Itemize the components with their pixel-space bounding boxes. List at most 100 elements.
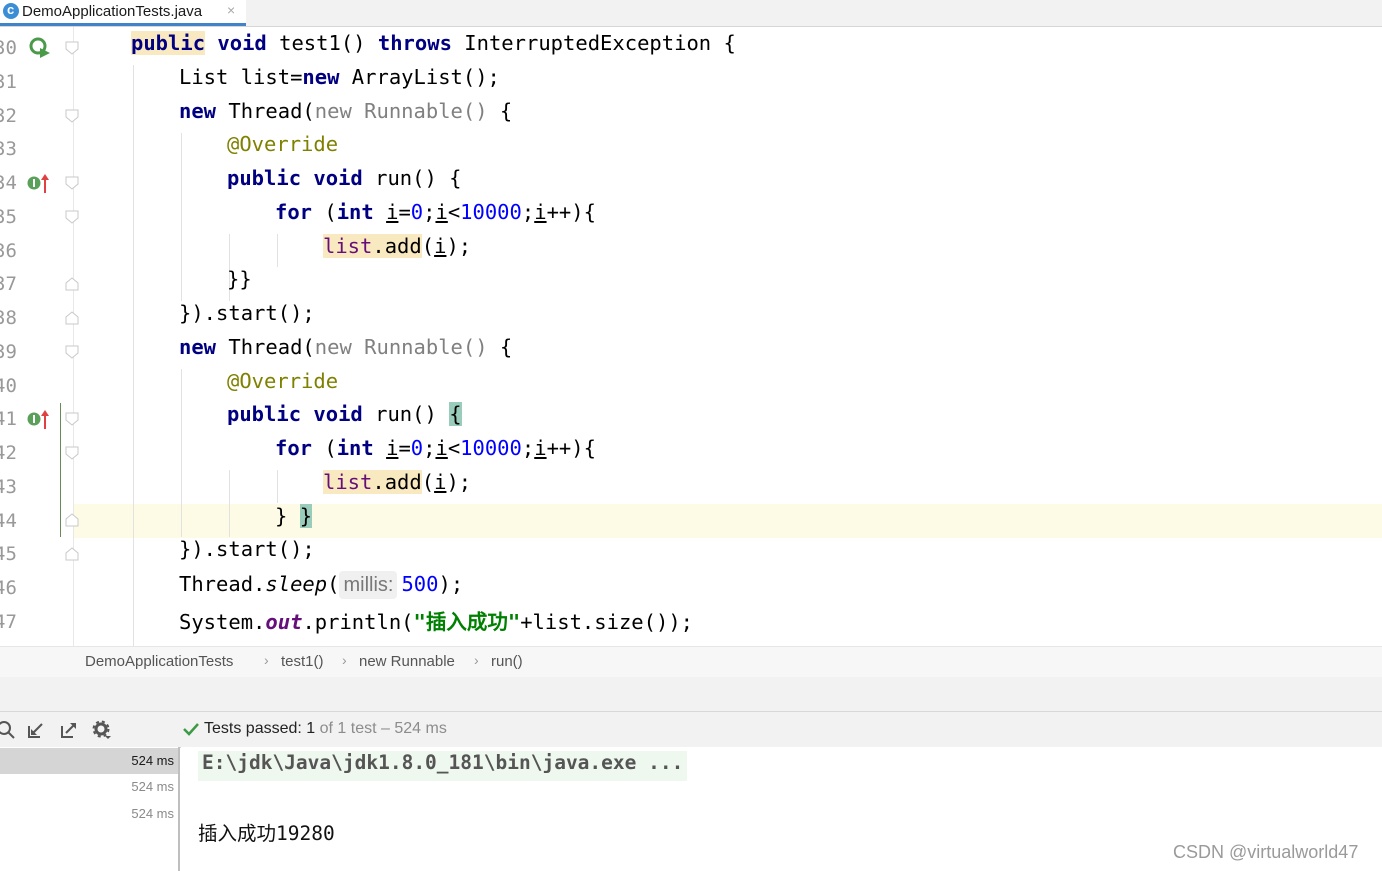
code-token: { bbox=[499, 99, 513, 123]
breadcrumb-separator: › bbox=[474, 652, 479, 668]
code-token: ( bbox=[324, 436, 337, 460]
code-token: { bbox=[499, 335, 513, 359]
code-token: ++){ bbox=[546, 436, 596, 460]
fold-open-icon[interactable] bbox=[65, 345, 79, 359]
fold-close-icon[interactable] bbox=[65, 513, 79, 527]
code-token: System. bbox=[179, 610, 266, 634]
code-line: @Override bbox=[227, 132, 338, 166]
code-line: }).start(); bbox=[179, 301, 315, 335]
fold-open-icon[interactable] bbox=[65, 176, 79, 190]
code-line: List list=new ArrayList(); bbox=[179, 65, 500, 99]
code-token: < bbox=[447, 200, 461, 224]
line-number: 44 bbox=[0, 510, 17, 532]
test-duration: 524 ms bbox=[131, 779, 174, 794]
close-icon[interactable]: × bbox=[227, 2, 235, 18]
code-token: ; bbox=[521, 436, 535, 460]
code-token: new bbox=[179, 335, 217, 359]
code-token: i bbox=[435, 200, 448, 224]
breadcrumb-separator: › bbox=[264, 652, 269, 668]
code-token: i bbox=[534, 200, 547, 224]
code-line: public void run() { bbox=[227, 166, 462, 200]
code-token: i bbox=[434, 234, 447, 258]
fold-open-icon[interactable] bbox=[65, 446, 79, 460]
code-token: i bbox=[435, 436, 448, 460]
panel-divider bbox=[0, 677, 1382, 711]
implements-method-icon[interactable] bbox=[26, 171, 52, 195]
code-token: list bbox=[323, 234, 373, 258]
code-token: test1() bbox=[279, 31, 366, 55]
code-editor[interactable]: 30 31 32 33 34 35 36 37 38 39 40 41 42 4… bbox=[0, 27, 1382, 646]
matched-brace: } bbox=[299, 504, 313, 528]
code-token: ( bbox=[421, 234, 435, 258]
fold-close-icon[interactable] bbox=[65, 547, 79, 561]
code-token: Thread( bbox=[228, 335, 315, 359]
code-token: public bbox=[227, 166, 302, 190]
implements-method-icon[interactable] bbox=[26, 407, 52, 431]
console-command-line[interactable]: E:\jdk\Java\jdk1.8.0_181\bin\java.exe ..… bbox=[198, 751, 688, 781]
breadcrumb-item[interactable]: run() bbox=[491, 653, 523, 670]
indent-guide bbox=[181, 369, 182, 537]
breadcrumb-item[interactable]: test1() bbox=[281, 653, 324, 670]
import-tests-icon[interactable] bbox=[26, 720, 46, 740]
line-number: 41 bbox=[0, 408, 17, 430]
indent-guide bbox=[133, 65, 134, 646]
code-token: 0 bbox=[410, 436, 424, 460]
code-token: run() bbox=[375, 402, 437, 426]
settings-gear-icon[interactable] bbox=[92, 720, 112, 740]
breadcrumb-item[interactable]: DemoApplicationTests bbox=[85, 653, 233, 670]
indent-guide bbox=[277, 470, 278, 503]
fold-open-icon[interactable] bbox=[65, 210, 79, 224]
line-number: 37 bbox=[0, 273, 17, 295]
code-token: Thread( bbox=[228, 99, 315, 123]
file-tab[interactable]: DemoApplicationTests.java × bbox=[0, 0, 246, 26]
breadcrumb-item[interactable]: new Runnable bbox=[359, 653, 455, 670]
code-token: 0 bbox=[410, 200, 424, 224]
fold-open-icon[interactable] bbox=[65, 109, 79, 123]
line-number: 34 bbox=[0, 172, 17, 194]
fold-open-icon[interactable] bbox=[65, 41, 79, 55]
file-tab-label: DemoApplicationTests.java bbox=[22, 3, 203, 20]
code-token: void bbox=[217, 31, 267, 55]
test-tree-row[interactable]: 524 ms bbox=[0, 774, 178, 800]
line-number: 36 bbox=[0, 240, 17, 262]
line-number: 42 bbox=[0, 442, 17, 464]
export-tests-icon[interactable] bbox=[59, 720, 79, 740]
code-token: throws bbox=[377, 31, 452, 55]
code-token: ( bbox=[421, 470, 435, 494]
line-number: 40 bbox=[0, 375, 17, 397]
code-token: }} bbox=[227, 267, 252, 291]
code-token: void bbox=[313, 166, 363, 190]
code-line: for (int i=0;i<10000;i++){ bbox=[275, 436, 596, 470]
code-token: void bbox=[313, 402, 363, 426]
status-prefix: Tests passed: bbox=[204, 720, 302, 737]
code-token: ); bbox=[446, 470, 472, 494]
code-token: out bbox=[265, 610, 303, 634]
run-test-icon[interactable] bbox=[28, 36, 52, 60]
test-tree-row[interactable]: 524 ms bbox=[0, 748, 178, 774]
fold-open-icon[interactable] bbox=[65, 412, 79, 426]
code-token: ; bbox=[423, 436, 436, 460]
code-token: "插入成功" bbox=[413, 610, 521, 634]
code-token: sleep bbox=[265, 572, 328, 596]
test-results-tree: 524 ms 524 ms 524 ms bbox=[0, 747, 180, 871]
fold-close-icon[interactable] bbox=[65, 277, 79, 291]
java-class-icon bbox=[3, 2, 19, 19]
search-history-icon[interactable] bbox=[0, 720, 16, 740]
run-toolbar: Tests passed: 1 of 1 test – 524 ms bbox=[0, 711, 1382, 748]
code-token: InterruptedException { bbox=[464, 31, 736, 55]
indent-guide bbox=[277, 234, 278, 267]
code-token: +list.size()); bbox=[520, 610, 694, 634]
line-number: 39 bbox=[0, 341, 17, 363]
test-duration: 524 ms bbox=[131, 806, 174, 821]
code-token: List list= bbox=[179, 65, 303, 89]
code-token: ArrayList(); bbox=[351, 65, 500, 89]
fold-close-icon[interactable] bbox=[65, 311, 79, 325]
vcs-change-marker[interactable] bbox=[60, 403, 61, 537]
line-number: 38 bbox=[0, 307, 17, 329]
code-token: public bbox=[131, 31, 206, 55]
test-duration: 524 ms bbox=[131, 753, 174, 768]
code-line: }} bbox=[227, 267, 252, 301]
code-token: new Runnable() bbox=[314, 335, 488, 359]
test-tree-row[interactable]: 524 ms bbox=[0, 801, 178, 827]
editor-gutter: 30 31 32 33 34 35 36 37 38 39 40 41 42 4… bbox=[0, 27, 74, 646]
